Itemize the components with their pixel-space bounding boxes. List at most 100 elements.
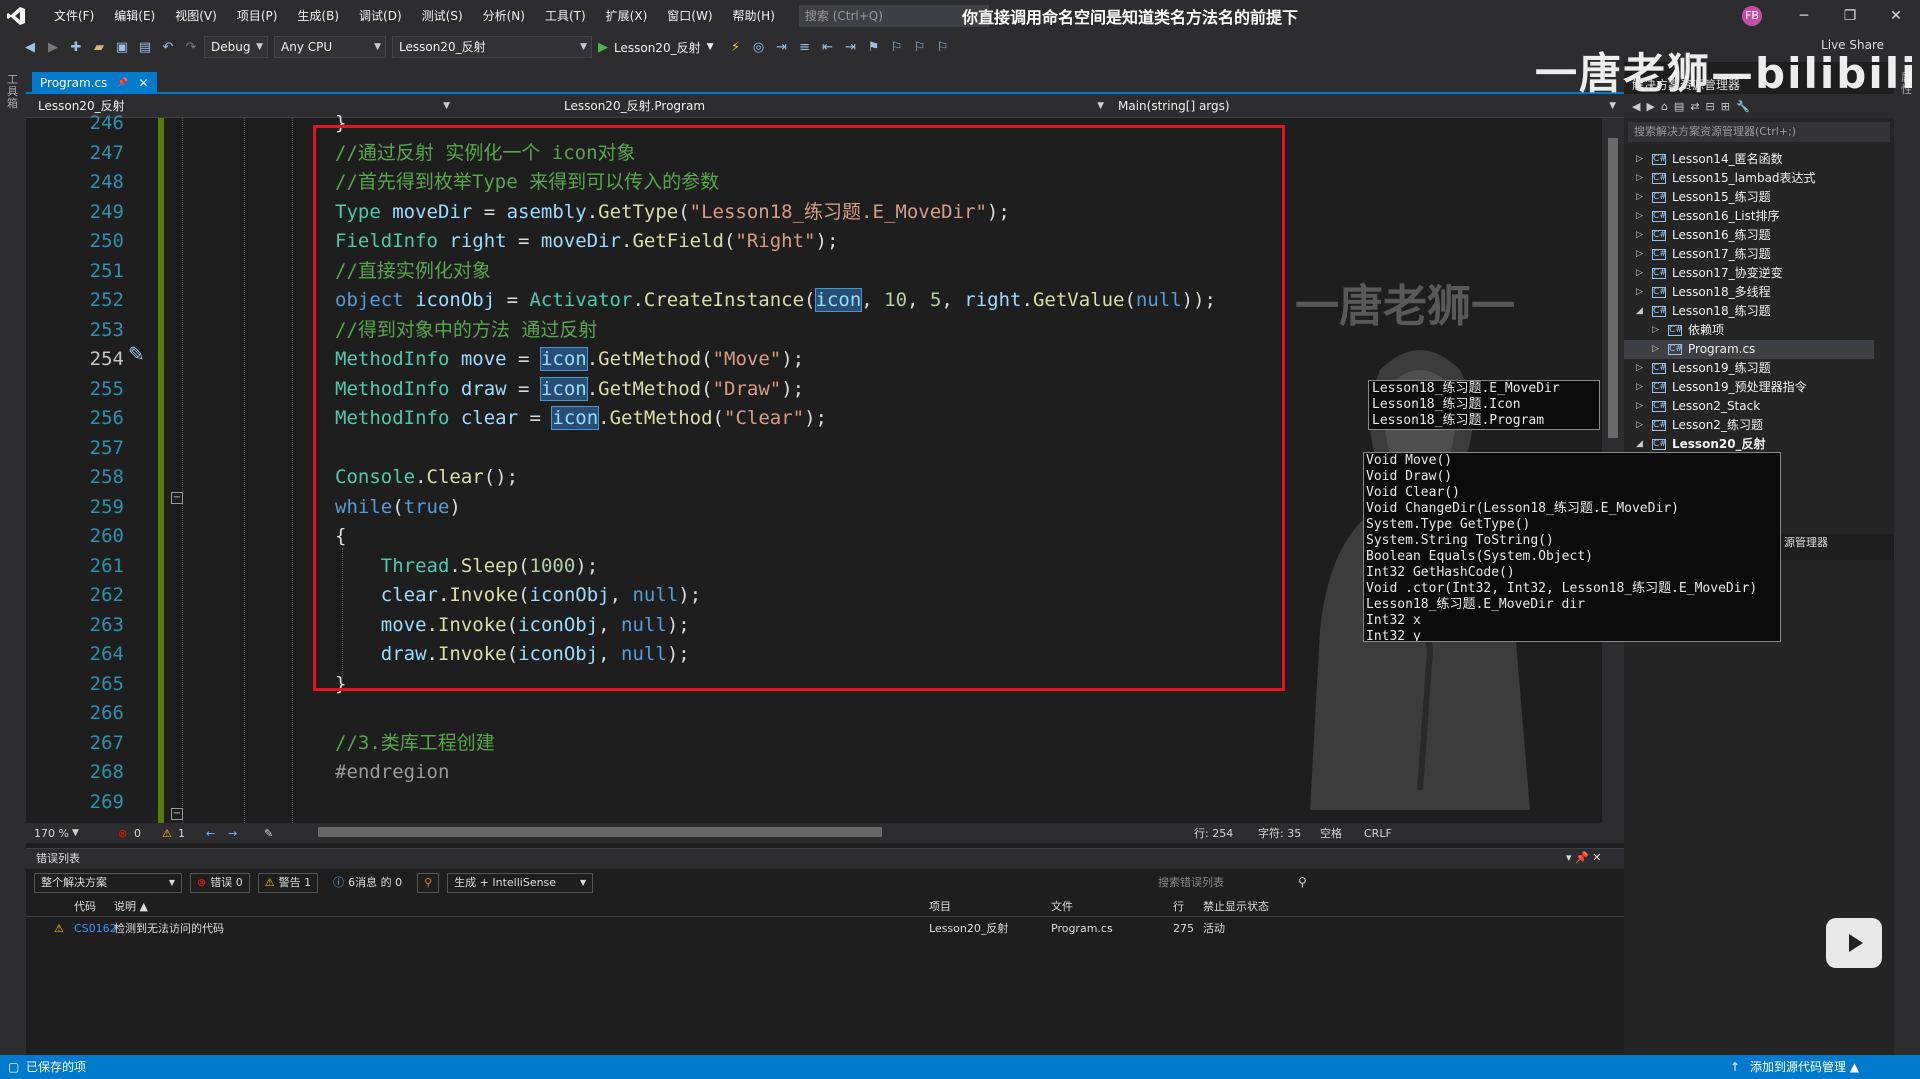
pin-icon[interactable]: 📌 (117, 72, 128, 94)
show-all-icon[interactable]: ⊞ (1721, 100, 1730, 113)
switch-view-icon[interactable]: ▤ (1674, 100, 1684, 113)
add-to-source-control-button[interactable]: 添加到源代码管理 ▲ (1750, 1055, 1859, 1079)
solution-tree-item[interactable]: ▷ C# Program.cs (1624, 340, 1874, 359)
play-video-button[interactable] (1826, 918, 1882, 968)
menu-extensions[interactable]: 扩展(X) (596, 0, 658, 32)
expand-icon[interactable]: ▷ (1636, 264, 1643, 283)
visual-studio-logo-icon[interactable] (0, 0, 32, 32)
expand-icon[interactable]: ▷ (1636, 245, 1643, 264)
menu-debug[interactable]: 调试(D) (349, 0, 412, 32)
config-select[interactable]: Debug ▼ (204, 36, 268, 58)
error-count[interactable]: 0 (134, 827, 141, 840)
solution-tree-item[interactable]: ▷ C# Lesson18_多线程 (1624, 283, 1874, 302)
upload-icon[interactable]: ↑ (1730, 1055, 1740, 1079)
menu-build[interactable]: 生成(B) (287, 0, 349, 32)
scope-select[interactable]: 整个解决方案 ▼ (34, 873, 182, 893)
back-icon[interactable]: ◀ (1632, 100, 1640, 113)
solution-tree-item[interactable]: ▷ C# Lesson15_lambad表达式 (1624, 169, 1874, 188)
solution-tree-item[interactable]: ▷ C# Lesson2_练习题 (1624, 416, 1874, 435)
code-line[interactable]: //得到对象中的方法 通过反射 (335, 316, 597, 345)
indent-icon[interactable]: ⇤ (818, 37, 838, 57)
forward-icon[interactable]: ▶ (43, 37, 63, 57)
source-select[interactable]: 生成 + IntelliSense ▼ (447, 873, 594, 893)
warning-count[interactable]: 1 (178, 827, 185, 840)
col-code[interactable]: 代码 (74, 897, 96, 917)
code-line[interactable]: { (335, 522, 346, 551)
menu-view[interactable]: 视图(V) (165, 0, 227, 32)
code-line[interactable]: #endregion (335, 758, 449, 787)
code-line[interactable]: clear.Invoke(iconObj, null); (335, 581, 701, 610)
restore-icon[interactable]: ❐ (1830, 0, 1870, 32)
solution-tree-item[interactable]: ▷ C# Lesson2_Stack (1624, 397, 1874, 416)
code-line[interactable]: //首先得到枚举Type 来得到可以传入的参数 (335, 168, 719, 197)
code-line[interactable]: //直接实例化对象 (335, 257, 491, 286)
menu-file[interactable]: 文件(F) (44, 0, 104, 32)
prev-bookmark-icon[interactable]: ⚐ (887, 37, 907, 57)
home-icon[interactable]: ⌂ (1661, 100, 1668, 113)
tab-program-cs[interactable]: Program.cs 📌 ✕ (32, 72, 157, 94)
next-bookmark-icon[interactable]: ⚐ (910, 37, 930, 57)
nav-forward-icon[interactable]: → (228, 827, 237, 840)
menu-tools[interactable]: 工具(T) (535, 0, 596, 32)
messages-filter-button[interactable]: ⓘ 6消息 的 0 (326, 873, 409, 893)
solution-tree-item[interactable]: ▷ C# 依赖项 (1624, 321, 1874, 340)
code-line[interactable]: //通过反射 实例化一个 icon对象 (335, 139, 636, 168)
col-suppression[interactable]: 禁止显示状态 (1203, 897, 1269, 917)
table-row[interactable]: ⚠ CS0162 检测到无法访问的代码 Lesson20_反射 Program.… (26, 919, 1624, 939)
col-project[interactable]: 项目 (929, 897, 951, 917)
format-icon[interactable]: ≡ (795, 37, 815, 57)
outdent-icon[interactable]: ⇥ (841, 37, 861, 57)
close-icon[interactable]: ✕ (1876, 0, 1916, 32)
solution-tree-item[interactable]: ▷ C# Lesson16_练习题 (1624, 226, 1874, 245)
browser-link-icon[interactable]: ◎ (749, 37, 769, 57)
expand-icon[interactable]: ▷ (1636, 188, 1643, 207)
collapse-toggle-icon[interactable]: − (171, 492, 183, 504)
horizontal-scrollbar-thumb[interactable] (318, 827, 882, 837)
code-line[interactable]: //3.类库工程创建 (335, 729, 495, 758)
hot-reload-icon[interactable]: ⚡ (726, 37, 746, 57)
clear-bookmark-icon[interactable]: ⚐ (933, 37, 953, 57)
chevron-down-icon[interactable]: ▼ (72, 828, 79, 838)
expand-icon[interactable]: ▷ (1652, 340, 1659, 359)
code-line[interactable]: MethodInfo draw = icon.GetMethod("Draw")… (335, 375, 804, 404)
minimize-icon[interactable]: ─ (1784, 0, 1824, 32)
collapse-toggle-icon[interactable]: − (171, 808, 183, 820)
solution-tree-item[interactable]: ▷ C# Lesson17_练习题 (1624, 245, 1874, 264)
solution-tree-item[interactable]: ▷ C# Lesson16_List排序 (1624, 207, 1874, 226)
expand-icon[interactable]: ▷ (1636, 359, 1643, 378)
close-tab-icon[interactable]: ✕ (139, 72, 149, 94)
filter-toggle-button[interactable]: ⚲ (417, 873, 440, 893)
code-line[interactable]: MethodInfo move = icon.GetMethod("Move")… (335, 345, 804, 374)
expand-icon[interactable]: ▷ (1636, 416, 1643, 435)
undo-icon[interactable]: ↶ (158, 37, 178, 57)
menu-project[interactable]: 项目(P) (227, 0, 288, 32)
start-button[interactable]: ▶ Lesson20_反射 ▼ (598, 39, 714, 56)
panel-menu-icon[interactable]: ▾ 📌 ✕ (1566, 851, 1601, 864)
nav-back-icon[interactable]: ← (206, 827, 215, 840)
code-line[interactable]: Console.Clear(); (335, 463, 518, 492)
solution-tree-item[interactable]: ◢ C# Lesson18_练习题 (1624, 302, 1874, 321)
toolbox-tab[interactable]: 工具箱 (7, 74, 19, 110)
new-item-icon[interactable]: ✚ (66, 37, 86, 57)
solution-tree-item[interactable]: ▷ C# Lesson14_匿名函数 (1624, 150, 1874, 169)
solution-search-input[interactable]: 搜索解决方案资源管理器(Ctrl+;) (1628, 122, 1890, 142)
brush-icon[interactable]: ✎ (264, 827, 273, 840)
expand-icon[interactable]: ▷ (1636, 378, 1643, 397)
menu-analyze[interactable]: 分析(N) (473, 0, 535, 32)
expand-icon[interactable]: ▷ (1636, 169, 1643, 188)
code-line[interactable]: } (335, 670, 346, 699)
col-file[interactable]: 文件 (1051, 897, 1073, 917)
error-search-input[interactable]: 搜索错误列表 (1158, 873, 1308, 893)
forward-icon[interactable]: ▶ (1646, 100, 1654, 113)
expand-icon[interactable]: ▷ (1636, 150, 1643, 169)
code-line[interactable]: FieldInfo right = moveDir.GetField("Righ… (335, 227, 838, 256)
sync-icon[interactable]: ⇄ (1690, 100, 1699, 113)
error-code-link[interactable]: CS0162 (74, 919, 117, 939)
back-icon[interactable]: ◀ (20, 37, 40, 57)
redo-icon[interactable]: ↷ (181, 37, 201, 57)
col-description[interactable]: 说明 ▲ (114, 897, 148, 917)
code-line[interactable]: MethodInfo clear = icon.GetMethod("Clear… (335, 404, 827, 433)
zoom-level[interactable]: 170 % (34, 827, 69, 840)
solution-tree-item[interactable]: ▷ C# Lesson17_协变逆变 (1624, 264, 1874, 283)
expand-icon[interactable]: ▷ (1652, 321, 1659, 340)
